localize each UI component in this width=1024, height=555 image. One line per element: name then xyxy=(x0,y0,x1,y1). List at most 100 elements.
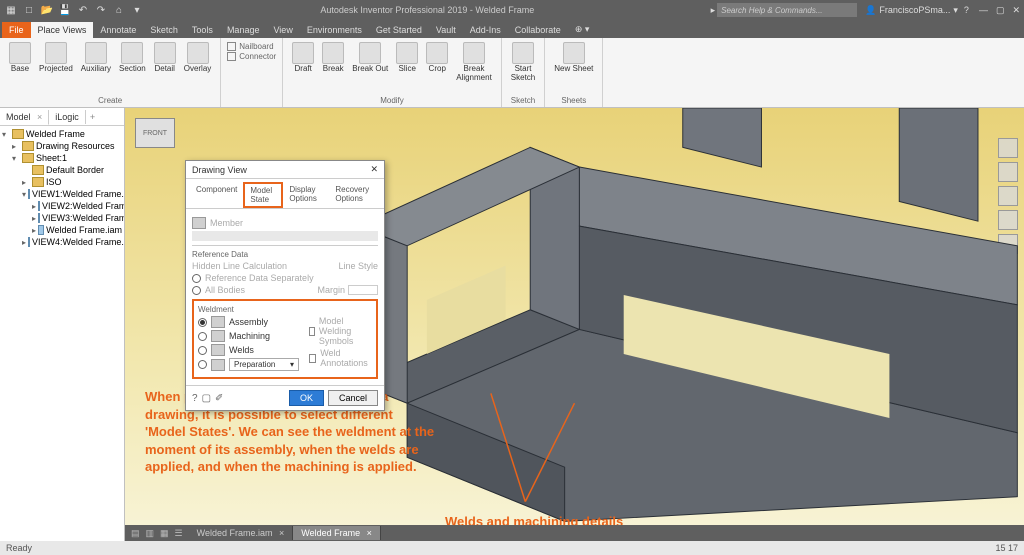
app-menu-icon[interactable]: ▦ xyxy=(4,3,18,17)
ok-button[interactable]: OK xyxy=(289,390,324,406)
chk-model-welding xyxy=(309,327,315,336)
radio-welds[interactable] xyxy=(198,346,207,355)
expand-icon[interactable]: ▾ xyxy=(22,190,26,199)
slice-button[interactable]: Slice xyxy=(393,40,421,85)
qat-more-icon[interactable]: ▾ xyxy=(130,3,144,17)
expand-icon[interactable]: ▾ xyxy=(2,130,10,139)
tab-get-started[interactable]: Get Started xyxy=(369,22,429,38)
tab-sketch[interactable]: Sketch xyxy=(143,22,185,38)
draft-button[interactable]: Draft xyxy=(289,40,317,85)
dialog-tab-model-state[interactable]: Model State xyxy=(243,182,283,208)
tree-node[interactable]: ▸ISO xyxy=(2,176,122,188)
group-label-modify: Modify xyxy=(289,96,495,105)
auxiliary-view-button[interactable]: Auxiliary xyxy=(78,40,114,76)
dialog-tool1-icon[interactable]: ▢ xyxy=(202,393,211,404)
search-input[interactable]: Search Help & Commands... xyxy=(717,3,857,17)
expand-icon[interactable]: ▾ xyxy=(12,154,20,163)
doc-tab-iam[interactable]: Welded Frame.iam × xyxy=(189,526,294,540)
tab-environments[interactable]: Environments xyxy=(300,22,369,38)
detail-view-button[interactable]: Detail xyxy=(151,40,179,76)
user-menu[interactable]: 👤 FranciscoPSma... ▾ xyxy=(865,5,958,16)
user-icon: 👤 xyxy=(865,5,876,16)
open-icon[interactable]: 📂 xyxy=(40,3,54,17)
tree-node[interactable]: ▾Sheet:1 xyxy=(2,152,122,164)
tree-node[interactable]: ▸VIEW4:Welded Frame.iam xyxy=(2,236,122,248)
doc-icon4[interactable]: ☰ xyxy=(175,528,183,539)
tab-extra[interactable]: ⊕ ▾ xyxy=(568,21,597,38)
break-alignment-button-icon xyxy=(463,42,485,64)
tree-node[interactable]: Default Border xyxy=(2,164,122,176)
break-button[interactable]: Break xyxy=(319,40,347,85)
new-sheet-button[interactable]: New Sheet xyxy=(551,40,596,76)
projected-view-button[interactable]: Projected xyxy=(36,40,76,76)
expand-icon[interactable]: ▸ xyxy=(22,238,26,247)
expand-icon[interactable]: ▸ xyxy=(32,202,36,211)
opt-assembly[interactable]: Assembly xyxy=(229,317,268,327)
tab-collaborate[interactable]: Collaborate xyxy=(508,22,568,38)
connector-toggle[interactable]: Connector xyxy=(227,52,276,61)
tree-node[interactable]: ▸ VIEW2:Welded Frame.iam xyxy=(2,200,122,212)
minimize-icon[interactable]: — xyxy=(979,5,988,16)
dialog-close-icon[interactable]: ✕ xyxy=(370,164,378,175)
opt-welds[interactable]: Welds xyxy=(229,345,254,355)
overlay-view-button[interactable]: Overlay xyxy=(181,40,215,76)
drawing-view-dialog: Drawing View ✕ Component Model State Dis… xyxy=(185,160,385,411)
dialog-tab-recovery-options[interactable]: Recovery Options xyxy=(329,182,380,208)
doc-icon1[interactable]: ▤ xyxy=(131,528,140,539)
search-arrow-icon[interactable]: ▸ xyxy=(711,5,716,16)
tab-annotate[interactable]: Annotate xyxy=(93,22,143,38)
tab-addins[interactable]: Add-Ins xyxy=(463,22,508,38)
expand-icon[interactable]: ▸ xyxy=(32,226,36,235)
tree-node[interactable]: ▾VIEW1:Welded Frame.iam xyxy=(2,188,122,200)
tab-vault[interactable]: Vault xyxy=(429,22,463,38)
dialog-help-icon[interactable]: ? xyxy=(192,393,198,404)
save-icon[interactable]: 💾 xyxy=(58,3,72,17)
tree-node[interactable]: ▸Drawing Resources xyxy=(2,140,122,152)
crop-button[interactable]: Crop xyxy=(423,40,451,85)
nailboard-toggle[interactable]: Nailboard xyxy=(227,42,276,51)
new-icon[interactable]: □ xyxy=(22,3,36,17)
undo-icon[interactable]: ↶ xyxy=(76,3,90,17)
cancel-button[interactable]: Cancel xyxy=(328,390,378,406)
member-icon xyxy=(192,217,206,229)
home-icon[interactable]: ⌂ xyxy=(112,3,126,17)
tab-manage[interactable]: Manage xyxy=(220,22,267,38)
tab-file[interactable]: File xyxy=(2,22,31,38)
start-sketch-button[interactable]: Start Sketch xyxy=(508,40,538,85)
maximize-icon[interactable]: ▢ xyxy=(996,5,1005,16)
browser-tab-model[interactable]: Model × xyxy=(0,110,49,125)
preparation-combo[interactable]: Preparation▾ xyxy=(229,358,299,371)
dialog-tool2-icon[interactable]: ✐ xyxy=(215,393,223,404)
redo-icon[interactable]: ↷ xyxy=(94,3,108,17)
break-alignment-button[interactable]: Break Alignment xyxy=(453,40,495,85)
expand-icon[interactable]: ▸ xyxy=(32,214,36,223)
node-label: VIEW2:Welded Frame.iam xyxy=(42,201,124,211)
browser-tab-ilogic[interactable]: iLogic xyxy=(49,110,86,124)
tree-node[interactable]: ▸Welded Frame.iam xyxy=(2,224,122,236)
radio-assembly[interactable] xyxy=(198,318,207,327)
dialog-tab-component[interactable]: Component xyxy=(190,182,243,208)
close-icon[interactable]: ✕ xyxy=(1012,5,1020,16)
expand-icon[interactable]: ▸ xyxy=(22,178,30,187)
tree-node[interactable]: ▸VIEW3:Welded Frame.iam xyxy=(2,212,122,224)
doc-icon2[interactable]: ▥ xyxy=(146,528,155,539)
section-view-button[interactable]: Section xyxy=(116,40,149,76)
help-icon[interactable]: ? xyxy=(964,5,969,15)
breakout-button[interactable]: Break Out xyxy=(349,40,391,85)
base-view-button[interactable]: Base xyxy=(6,40,34,76)
detail-view-button-icon xyxy=(154,42,176,64)
browser-tab-add[interactable]: + xyxy=(86,110,99,124)
doc-icon3[interactable]: ▦ xyxy=(160,528,169,539)
opt-machining[interactable]: Machining xyxy=(229,331,270,341)
radio-machining[interactable] xyxy=(198,332,207,341)
dialog-tab-display-options[interactable]: Display Options xyxy=(283,182,329,208)
tab-view[interactable]: View xyxy=(266,22,299,38)
doc-tab-drawing[interactable]: Welded Frame × xyxy=(293,526,381,540)
radio-preparation[interactable] xyxy=(198,360,207,369)
tab-tools[interactable]: Tools xyxy=(185,22,220,38)
expand-icon[interactable]: ▸ xyxy=(12,142,20,151)
tab-place-views[interactable]: Place Views xyxy=(31,22,94,38)
dialog-titlebar[interactable]: Drawing View ✕ xyxy=(186,161,384,179)
tree-node[interactable]: ▾Welded Frame xyxy=(2,128,122,140)
user-dropdown-icon: ▾ xyxy=(953,5,958,16)
